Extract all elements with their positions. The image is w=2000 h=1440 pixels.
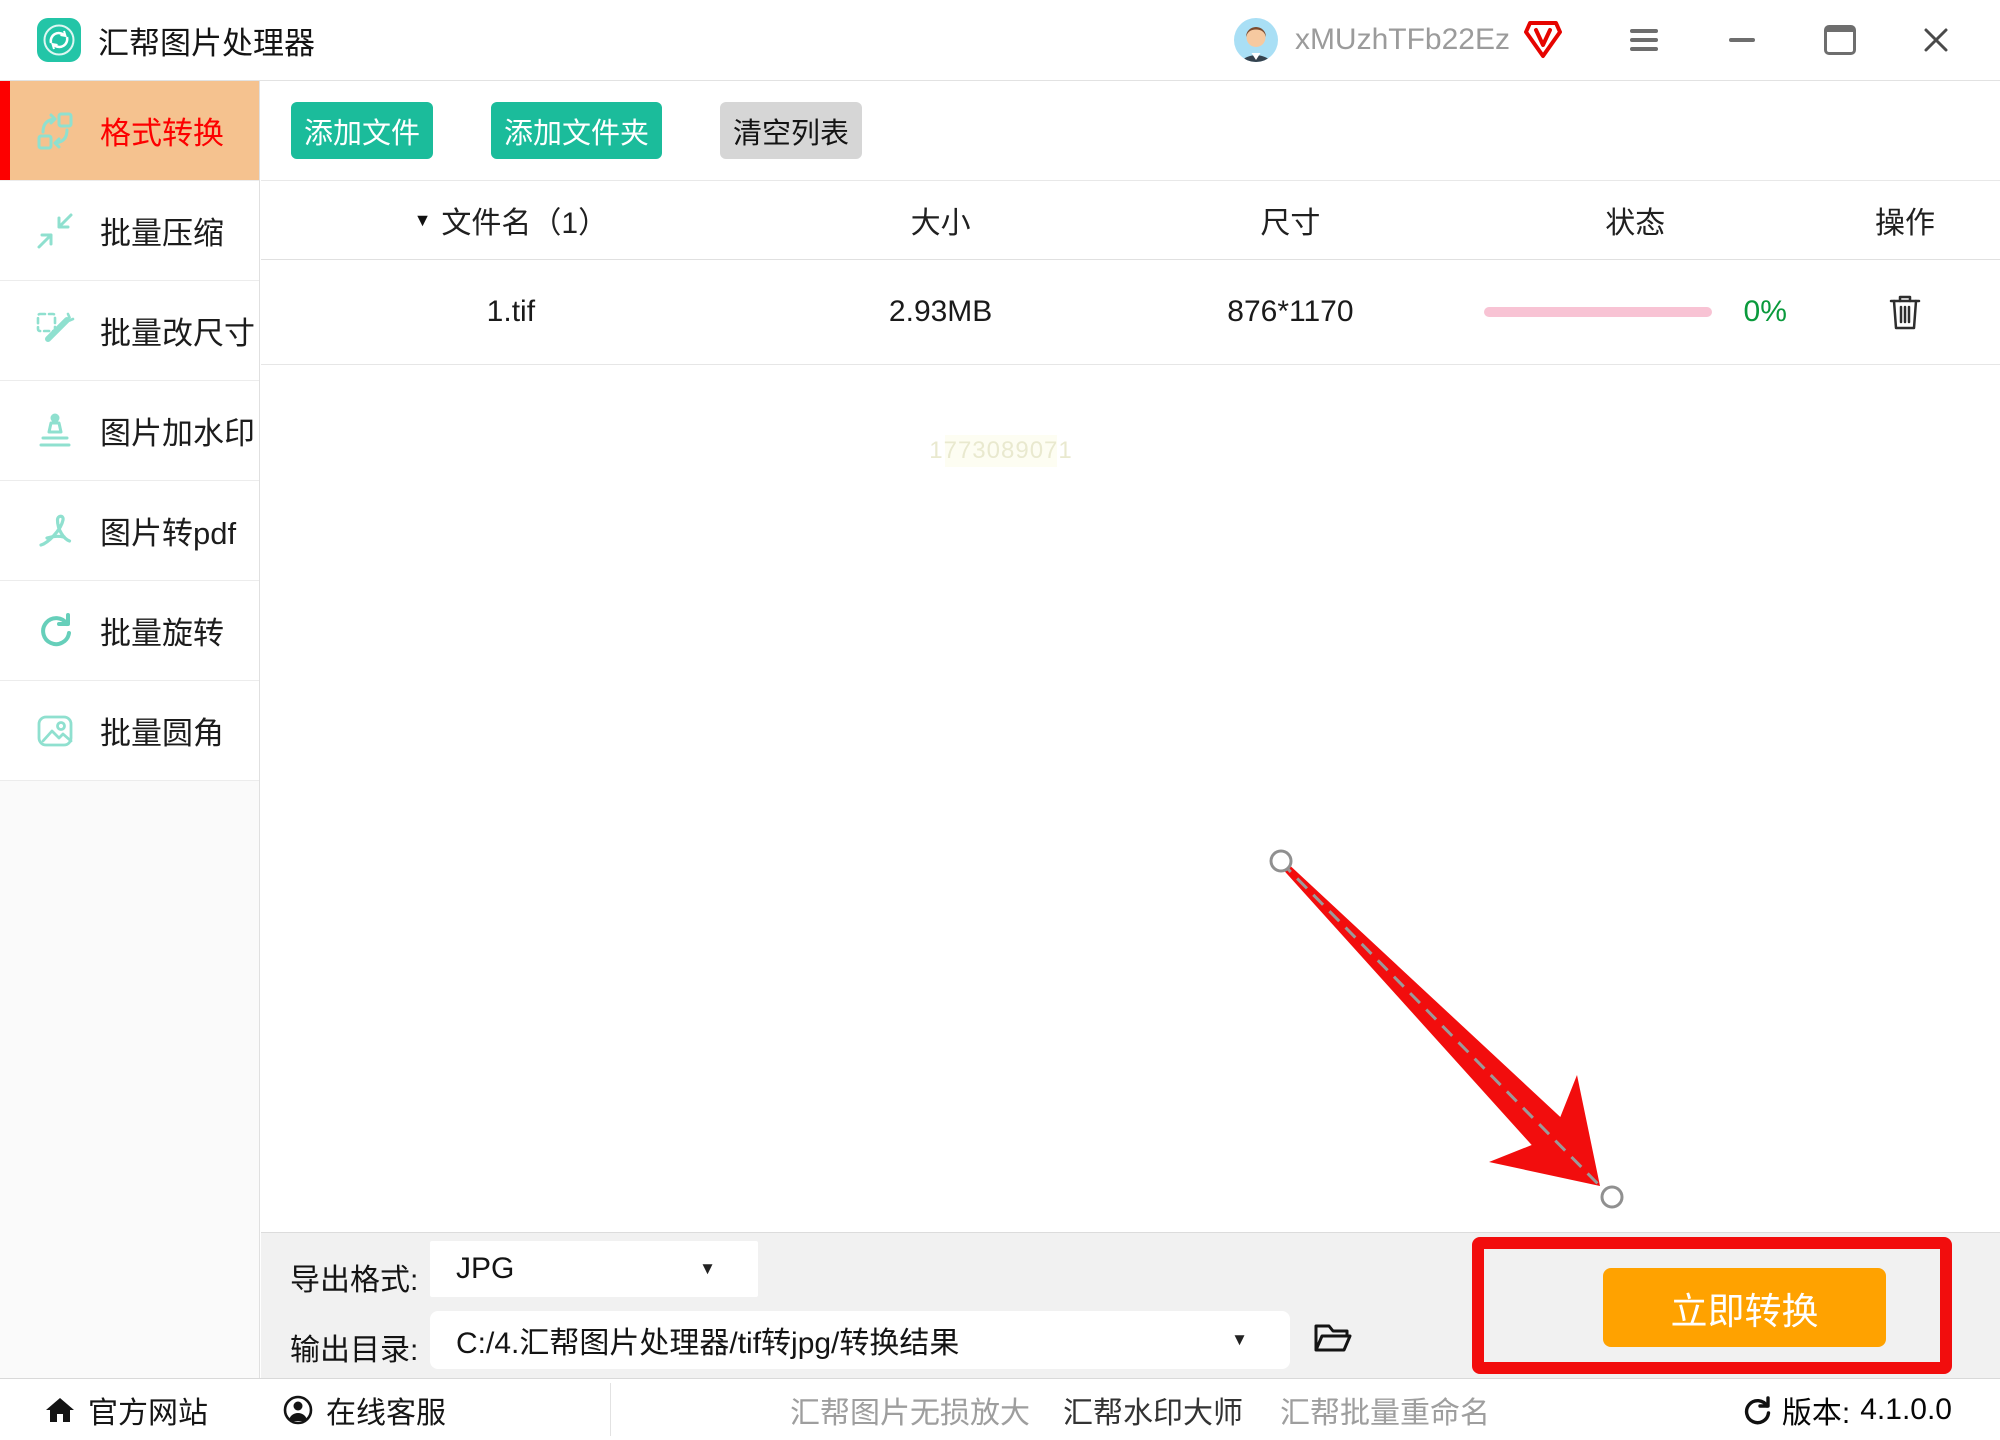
column-header-status: 状态 bbox=[1460, 198, 1810, 242]
sidebar-item-label: 图片转pdf bbox=[100, 508, 236, 553]
sidebar: 格式转换 批量压缩 批量改尺寸 图片加水印 bbox=[0, 81, 260, 1378]
official-website-link[interactable]: 官方网站 bbox=[45, 1379, 208, 1440]
column-header-filename[interactable]: ▼ 文件名（1） bbox=[261, 198, 761, 242]
vip-badge-icon[interactable] bbox=[1524, 20, 1562, 60]
output-dir-label: 输出目录: bbox=[290, 1325, 418, 1369]
progress-bar bbox=[1484, 307, 1712, 317]
sidebar-item-add-watermark[interactable]: 图片加水印 bbox=[0, 381, 259, 481]
column-header-size: 大小 bbox=[761, 198, 1121, 242]
batch-rotate-icon bbox=[34, 610, 76, 652]
close-button[interactable] bbox=[1916, 16, 1956, 64]
batch-compress-icon bbox=[34, 210, 76, 252]
file-size: 2.93MB bbox=[761, 295, 1121, 329]
sidebar-item-label: 图片加水印 bbox=[100, 408, 255, 453]
sidebar-item-batch-rotate[interactable]: 批量旋转 bbox=[0, 581, 259, 681]
username: xMUzhTFb22Ez bbox=[1295, 23, 1510, 57]
column-header-action: 操作 bbox=[1810, 198, 2000, 242]
add-file-button[interactable]: 添加文件 bbox=[291, 102, 433, 159]
file-action bbox=[1810, 293, 2000, 331]
output-dir-select[interactable]: C:/4.汇帮图片处理器/tif转jpg/转换结果 ▼ bbox=[430, 1311, 1290, 1369]
home-icon bbox=[45, 1396, 75, 1424]
app-title: 汇帮图片处理器 bbox=[98, 18, 315, 63]
minimize-button[interactable] bbox=[1722, 16, 1762, 64]
sidebar-item-label: 批量改尺寸 bbox=[100, 308, 255, 353]
file-name: 1.tif bbox=[261, 295, 761, 329]
progress-percent: 0% bbox=[1744, 295, 1787, 329]
convert-now-button[interactable]: 立即转换 bbox=[1603, 1268, 1886, 1347]
clear-list-button[interactable]: 清空列表 bbox=[720, 102, 862, 159]
update-refresh-icon bbox=[1742, 1395, 1772, 1425]
add-watermark-icon bbox=[34, 410, 76, 452]
export-panel: 导出格式: JPG ▼ 输出目录: C:/4.汇帮图片处理器/tif转jpg/转… bbox=[261, 1232, 2000, 1378]
user-avatar[interactable] bbox=[1233, 17, 1279, 63]
app-logo-icon bbox=[36, 17, 82, 63]
sidebar-item-label: 格式转换 bbox=[100, 108, 224, 153]
chevron-down-icon: ▼ bbox=[1231, 1330, 1248, 1350]
export-format-label: 导出格式: bbox=[290, 1255, 418, 1299]
sidebar-item-format-convert[interactable]: 格式转换 bbox=[0, 81, 259, 181]
link-lossless-upscale[interactable]: 汇帮图片无损放大 bbox=[790, 1379, 1030, 1440]
image-to-pdf-icon bbox=[34, 510, 76, 552]
browse-folder-icon[interactable] bbox=[1313, 1321, 1353, 1355]
sort-descending-icon: ▼ bbox=[414, 210, 432, 231]
version-label: 版本: bbox=[1782, 1388, 1850, 1432]
batch-resize-icon bbox=[34, 310, 76, 352]
output-dir-value: C:/4.汇帮图片处理器/tif转jpg/转换结果 bbox=[456, 1318, 959, 1362]
file-status: 0% bbox=[1460, 295, 1810, 329]
batch-round-corner-icon bbox=[34, 710, 76, 752]
sidebar-item-label: 批量旋转 bbox=[100, 608, 224, 653]
menu-icon[interactable] bbox=[1624, 16, 1664, 64]
sidebar-item-batch-resize[interactable]: 批量改尺寸 bbox=[0, 281, 259, 381]
status-bar: 官方网站 在线客服 汇帮图片无损放大 汇帮水印大师 汇帮批量重命名 版本: 4.… bbox=[0, 1378, 2000, 1440]
version-value: 4.1.0.0 bbox=[1860, 1393, 1952, 1427]
toolbar: 添加文件 添加文件夹 清空列表 bbox=[261, 81, 2000, 181]
column-header-dimensions: 尺寸 bbox=[1121, 198, 1461, 242]
sidebar-item-batch-compress[interactable]: 批量压缩 bbox=[0, 181, 259, 281]
add-folder-button[interactable]: 添加文件夹 bbox=[491, 102, 662, 159]
sidebar-item-image-to-pdf[interactable]: 图片转pdf bbox=[0, 481, 259, 581]
link-batch-rename[interactable]: 汇帮批量重命名 bbox=[1280, 1379, 1490, 1440]
person-icon bbox=[283, 1395, 313, 1425]
maximize-button[interactable] bbox=[1820, 16, 1860, 64]
title-bar: 汇帮图片处理器 xMUzhTFb22Ez bbox=[0, 0, 2000, 81]
chevron-down-icon: ▼ bbox=[699, 1259, 716, 1279]
sidebar-item-label: 批量压缩 bbox=[100, 208, 224, 253]
sidebar-item-label: 批量圆角 bbox=[100, 708, 224, 753]
app-window: 汇帮图片处理器 xMUzhTFb22Ez bbox=[0, 0, 2000, 1440]
license-watermark: 1773089071 bbox=[945, 435, 1057, 467]
online-service-link[interactable]: 在线客服 bbox=[283, 1379, 446, 1440]
table-header: ▼ 文件名（1） 大小 尺寸 状态 操作 bbox=[261, 181, 2000, 260]
link-watermark-master[interactable]: 汇帮水印大师 bbox=[1063, 1379, 1243, 1440]
version-info: 版本: 4.1.0.0 bbox=[1742, 1379, 1952, 1440]
sidebar-item-batch-round-corner[interactable]: 批量圆角 bbox=[0, 681, 259, 781]
delete-file-icon[interactable] bbox=[1888, 293, 1922, 331]
file-dimensions: 876*1170 bbox=[1121, 295, 1461, 329]
export-format-value: JPG bbox=[456, 1252, 514, 1286]
export-format-select[interactable]: JPG ▼ bbox=[430, 1241, 758, 1297]
table-row[interactable]: 1.tif 2.93MB 876*1170 0% bbox=[261, 260, 2000, 365]
format-convert-icon bbox=[34, 110, 76, 152]
main-content: 添加文件 添加文件夹 清空列表 ▼ 文件名（1） 大小 尺寸 状态 操作 1.t… bbox=[261, 81, 2000, 1232]
statusbar-divider bbox=[610, 1383, 611, 1436]
